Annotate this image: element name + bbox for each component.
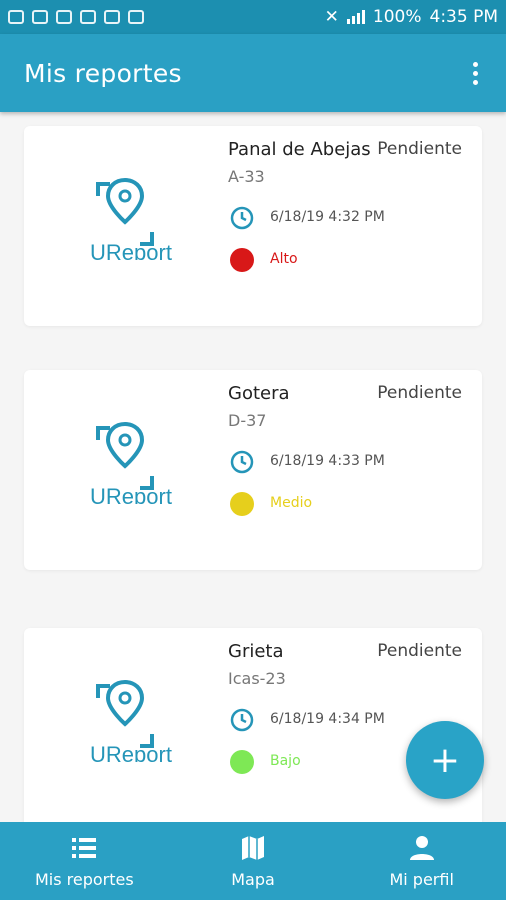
more-options-icon[interactable] [467, 56, 484, 91]
ureport-logo: UReport [86, 418, 176, 509]
ureport-logo: UReport [86, 174, 176, 265]
logo-text: UReport [90, 240, 172, 260]
battery-level: 100% [372, 7, 422, 27]
mute-icon: ✕ [324, 7, 339, 27]
map-icon [242, 835, 264, 860]
nav-item-mi-perfil[interactable]: Mi perfil [337, 822, 506, 900]
add-report-button[interactable]: + [406, 721, 484, 799]
nav-label: Mi perfil [389, 869, 454, 889]
report-status: Pendiente [377, 641, 462, 661]
clock-icon [230, 708, 254, 732]
report-status: Pendiente [377, 139, 462, 159]
report-card[interactable]: UReport Grieta Pendiente Icas-23 6/18/19… [24, 628, 482, 822]
nav-item-mis-reportes[interactable]: Mis reportes [0, 822, 169, 900]
priority-dot [230, 248, 254, 272]
report-title: Grieta [228, 641, 284, 662]
app-bar: Mis reportes [0, 34, 506, 112]
mail-icon [32, 10, 48, 24]
priority-dot [230, 750, 254, 774]
report-datetime: 6/18/19 4:33 PM [270, 453, 385, 469]
report-status: Pendiente [377, 383, 462, 403]
report-datetime: 6/18/19 4:32 PM [270, 209, 385, 225]
logo-text: UReport [90, 484, 172, 504]
page-title: Mis reportes [24, 58, 182, 88]
report-code: Icas-23 [228, 669, 286, 688]
report-datetime: 6/18/19 4:34 PM [270, 711, 385, 727]
ureport-logo: UReport [86, 676, 176, 767]
status-bar: ✕ 100% 4:35 PM [0, 0, 506, 34]
bottom-navigation: Mis reportes Mapa Mi perfil [0, 822, 506, 900]
report-title: Panal de Abejas [228, 139, 371, 160]
nav-item-mapa[interactable]: Mapa [169, 822, 338, 900]
photo-icon [80, 10, 96, 24]
report-priority: Bajo [270, 753, 301, 769]
report-priority: Medio [270, 495, 313, 511]
logo-text: UReport [90, 742, 172, 762]
clock-icon [230, 206, 254, 230]
mail-icon [56, 10, 72, 24]
app-icon [104, 10, 120, 24]
notification-icons [8, 10, 144, 24]
person-icon [409, 835, 434, 860]
nav-label: Mis reportes [34, 869, 134, 889]
clock-time: 4:35 PM [429, 7, 499, 27]
clock-icon [230, 450, 254, 474]
flag-icon [128, 10, 144, 24]
notification-icon [8, 10, 24, 24]
report-list[interactable]: UReport Panal de Abejas Pendiente A-33 6… [0, 112, 506, 822]
signal-icon [346, 10, 365, 24]
report-title: Gotera [228, 383, 290, 404]
report-priority: Alto [270, 251, 298, 267]
system-status: ✕ 100% 4:35 PM [325, 7, 498, 27]
report-code: D-37 [228, 411, 267, 430]
report-code: A-33 [228, 167, 265, 186]
report-card[interactable]: UReport Panal de Abejas Pendiente A-33 6… [24, 126, 482, 326]
report-card[interactable]: UReport Gotera Pendiente D-37 6/18/19 4:… [24, 370, 482, 570]
priority-dot [230, 492, 254, 516]
list-icon [72, 837, 97, 858]
nav-label: Mapa [231, 869, 275, 889]
